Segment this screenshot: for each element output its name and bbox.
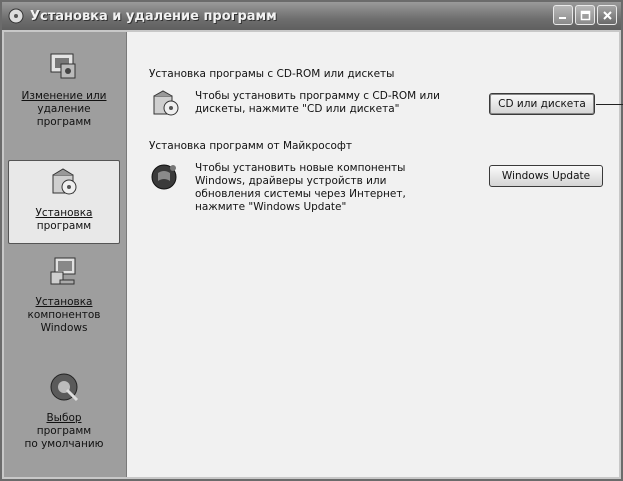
maximize-icon[interactable] <box>575 5 595 25</box>
sidebar-item-windows-components[interactable]: Установка компонентов Windows <box>8 254 120 335</box>
sidebar-item-add-programs[interactable]: Установка программ <box>8 160 120 244</box>
sidebar-item-label: Windows <box>40 322 88 334</box>
callout-line <box>596 104 623 105</box>
windows-update-icon <box>149 160 181 196</box>
ms-section-desc: обновления системы через Интернет, <box>195 188 406 200</box>
app-icon <box>8 8 24 24</box>
ms-section-desc: Windows, драйверы устройств или <box>195 175 387 187</box>
cd-or-floppy-button[interactable]: CD или дискета <box>489 93 595 115</box>
close-icon[interactable] <box>597 5 617 25</box>
sidebar-item-label: программ <box>36 116 92 128</box>
cd-section-desc: дискеты, нажмите "CD или дискета" <box>195 103 400 115</box>
cd-install-icon <box>151 88 181 122</box>
cd-section-desc: Чтобы установить программу с CD-ROM или <box>195 90 440 102</box>
window-title: Установка и удаление программ <box>30 8 277 24</box>
sidebar-item-label: компонентов <box>27 309 101 321</box>
ms-section-title: Установка программ от Майкрософт <box>149 140 352 152</box>
sidebar-item-label: удаление <box>37 103 91 115</box>
sidebar-item-label: Установка <box>35 207 93 219</box>
sidebar-item-label: Изменение или <box>21 90 107 102</box>
ms-section-desc: нажмите "Windows Update" <box>195 201 347 213</box>
ms-section-desc: Чтобы установить новые компоненты <box>195 162 406 174</box>
add-remove-programs-window: Установка и удаление программ Изменение … <box>0 0 623 481</box>
sidebar-item-label: программ <box>36 220 92 232</box>
change-remove-programs-icon <box>8 48 120 86</box>
minimize-icon[interactable] <box>553 5 573 25</box>
windows-components-icon <box>8 254 120 292</box>
sidebar-item-label: по умолчанию <box>24 438 104 450</box>
sidebar-item-label: Выбор <box>46 412 82 424</box>
sidebar-item-label: программ <box>36 425 92 437</box>
default-programs-icon <box>8 370 120 408</box>
sidebar-item-default-programs[interactable]: Выбор программ по умолчанию <box>8 370 120 451</box>
windows-update-button[interactable]: Windows Update <box>489 165 603 187</box>
sidebar-item-label: Установка <box>35 296 93 308</box>
main-panel: Установка програмы с CD-ROM или дискеты … <box>127 32 619 477</box>
cd-section-title: Установка програмы с CD-ROM или дискеты <box>149 68 395 80</box>
sidebar-item-change-remove[interactable]: Изменение или удаление программ <box>8 48 120 129</box>
sidebar: Изменение или удаление программ Установк… <box>4 32 127 477</box>
title-bar[interactable]: Установка и удаление программ <box>2 2 621 30</box>
add-programs-icon <box>9 165 119 203</box>
